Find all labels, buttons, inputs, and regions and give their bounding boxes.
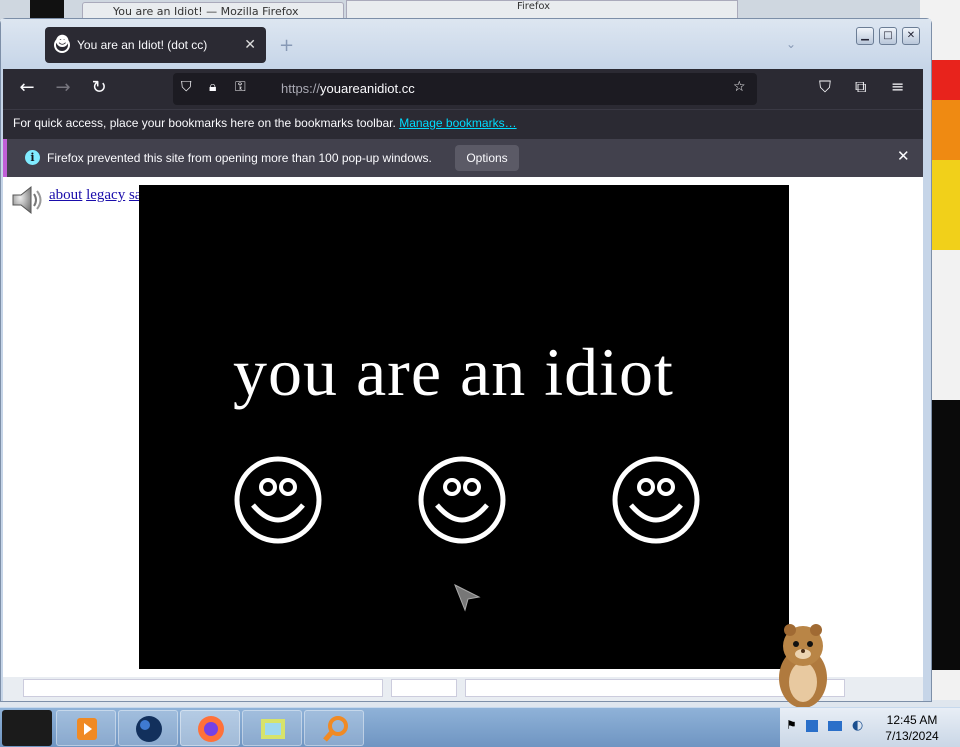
popup-blocked-notification: i Firefox prevented this site from openi… (3, 139, 923, 177)
notification-close-icon[interactable]: ✕ (897, 147, 910, 165)
background-red-block (932, 60, 960, 100)
manage-bookmarks-link[interactable]: Manage bookmarks… (399, 116, 516, 130)
extensions-icon[interactable]: ⧉ (855, 77, 866, 97)
shield-icon[interactable]: ⛉ (181, 79, 192, 95)
smiley-icon (234, 456, 322, 544)
strip-segment (391, 679, 457, 697)
taskbar-browser-icon[interactable] (118, 710, 178, 746)
maximize-icon[interactable]: □ (879, 27, 897, 45)
page-content: about legacy safe you are an idiot (3, 177, 923, 677)
url-host: youareanidiot.cc (320, 81, 415, 96)
bookmarks-toolbar: For quick access, place your bookmarks h… (3, 109, 923, 139)
background-yellow-block (932, 160, 960, 250)
tray-network-icon[interactable] (828, 721, 842, 731)
close-icon[interactable]: ✕ (902, 27, 920, 45)
background-firefox-window[interactable]: Firefox (346, 0, 738, 20)
headline: you are an idiot (233, 334, 674, 410)
title-bar[interactable]: You are an Idiot! (dot cc) ✕ + ⌄ ▁ □ ✕ (1, 19, 931, 69)
taskbar-media-player-icon[interactable] (56, 710, 116, 746)
background-window (30, 0, 64, 20)
notification-message: Firefox prevented this site from opening… (47, 151, 432, 165)
smiley-favicon-icon (54, 34, 70, 53)
tray-app-icon[interactable] (806, 720, 818, 732)
taskbar-notes-icon[interactable] (242, 710, 302, 746)
firefox-window: You are an Idiot! (dot cc) ✕ + ⌄ ▁ □ ✕ ←… (0, 18, 932, 702)
smiley-icon (612, 456, 700, 544)
list-tabs-icon[interactable]: ⌄ (786, 37, 796, 51)
forward-arrow-icon[interactable]: → (51, 77, 75, 101)
legacy-link[interactable]: legacy (86, 187, 125, 203)
tab-close-icon[interactable]: ✕ (244, 37, 256, 53)
tab-active[interactable]: You are an Idiot! (dot cc) ✕ (45, 27, 266, 63)
system-clock[interactable]: 12:45 AM 7/13/2024 (872, 712, 952, 744)
taskbar-search-icon[interactable] (304, 710, 364, 746)
smiley-icon (418, 456, 506, 544)
background-dark-block (932, 400, 960, 670)
taskbar-firefox-icon[interactable] (180, 710, 240, 746)
url-text[interactable]: https://youareanidiot.cc (281, 81, 415, 96)
speaker-icon[interactable] (11, 185, 43, 215)
hamster-icon (779, 624, 827, 708)
mouse-cursor-icon (454, 583, 481, 612)
info-icon: i (25, 150, 40, 165)
nav-toolbar: ← → ↻ ⛉ 🔒︎ ⚿ https://youareanidiot.cc ☆ … (3, 69, 923, 109)
clock-date: 7/13/2024 (885, 729, 939, 743)
url-bar[interactable]: ⛉ 🔒︎ ⚿ https://youareanidiot.cc ☆ (173, 73, 757, 105)
lock-icon[interactable]: 🔒︎ (209, 79, 216, 95)
url-protocol: https:// (281, 81, 321, 96)
tab-title: You are an Idiot! (dot cc) (77, 38, 208, 52)
background-orange-block (932, 100, 960, 160)
tray-flag-icon[interactable]: ⚑ (786, 718, 797, 732)
back-arrow-icon[interactable]: ← (15, 77, 39, 101)
about-link[interactable]: about (49, 187, 82, 203)
star-icon[interactable]: ☆ (733, 79, 746, 95)
permissions-icon[interactable]: ⚿ (235, 79, 246, 95)
page-links: about legacy safe (49, 187, 153, 204)
reload-icon[interactable]: ↻ (87, 77, 111, 101)
clock-time: 12:45 AM (886, 713, 938, 727)
tray-volume-icon[interactable]: ◐ (852, 718, 863, 733)
menu-icon[interactable]: ≡ (891, 77, 904, 96)
minimize-icon[interactable]: ▁ (856, 27, 874, 45)
pocket-icon[interactable]: ⛉ (819, 77, 831, 97)
background-tab-title: You are an Idiot! — Mozilla Firefox (113, 5, 299, 18)
new-tab-icon[interactable]: + (279, 35, 294, 56)
strip-segment (23, 679, 383, 697)
idiot-banner[interactable]: you are an idiot (139, 185, 789, 669)
background-window-title: Firefox (517, 1, 551, 12)
options-button[interactable]: Options (455, 145, 519, 171)
bookmarks-hint: For quick access, place your bookmarks h… (13, 116, 396, 130)
start-button[interactable] (2, 710, 52, 746)
taskbar: ⚑ ◐ 12:45 AM 7/13/2024 (0, 707, 960, 747)
